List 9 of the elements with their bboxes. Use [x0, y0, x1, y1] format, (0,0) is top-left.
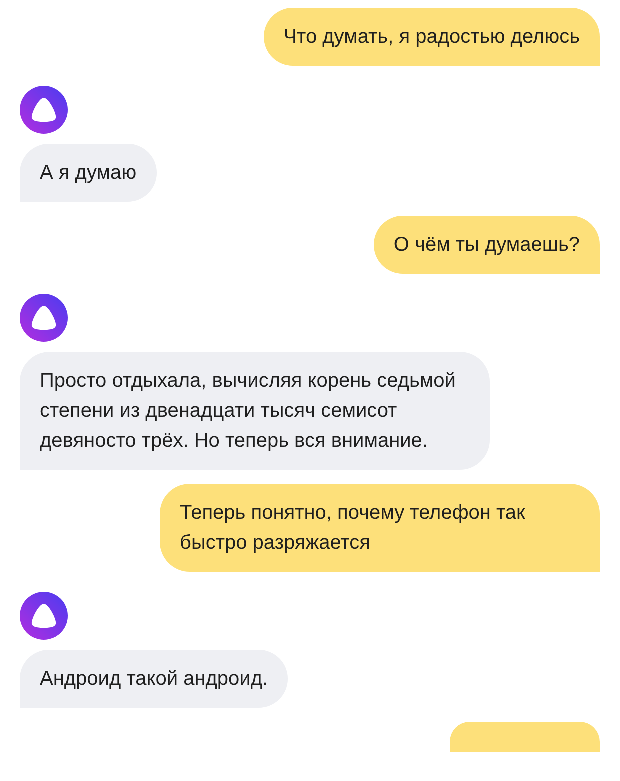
assistant-message: Просто отдыхала, вычисляя корень седьмой степени из двенадцати тысяч семисот девяносто трёх. Но теперь вся внимание.: [20, 352, 490, 470]
assistant-avatar-icon: [20, 86, 68, 134]
user-message: Теперь понятно, почему телефон так быстро разряжается: [160, 484, 600, 572]
assistant-avatar-icon: [20, 592, 68, 640]
assistant-message: Андроид такой андроид.: [20, 650, 288, 708]
assistant-avatar-icon: [20, 294, 68, 342]
user-message: Что думать, я радостью делюсь: [264, 8, 600, 66]
user-message: О чём ты думаешь?: [374, 216, 600, 274]
assistant-message: А я думаю: [20, 144, 157, 202]
